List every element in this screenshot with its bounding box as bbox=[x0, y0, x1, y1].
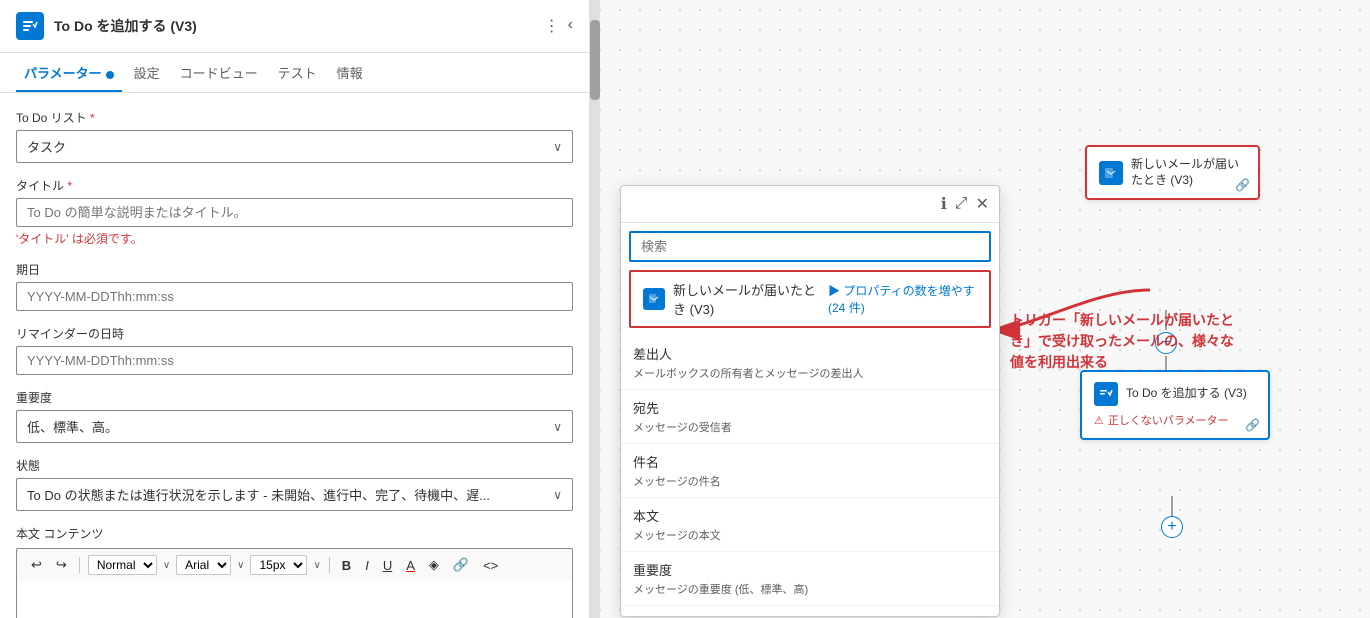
action-node-title: To Do を追加する (V3) bbox=[1126, 386, 1247, 402]
editor-toolbar: ↩ ↪ Normal ∨ Arial ∨ 15px ∨ B I U bbox=[16, 548, 573, 581]
highlight-button[interactable]: ◈ bbox=[425, 555, 443, 575]
outlook-icon bbox=[1099, 161, 1123, 185]
popup-list-item[interactable]: 宛先 メッセージの受信者 bbox=[621, 390, 999, 444]
chevron-down-icon: ∨ bbox=[313, 560, 320, 571]
title-label: タイトル * bbox=[16, 177, 573, 194]
tab-params[interactable]: パラメーター bbox=[16, 53, 122, 92]
popup-expand-label[interactable]: ▶ プロパティの数を増やす (24 件) bbox=[828, 282, 977, 316]
panel-header: To Do を追加する (V3) ⋮ ‹ bbox=[0, 0, 589, 53]
italic-button[interactable]: I bbox=[361, 556, 373, 575]
more-icon[interactable]: ⋮ bbox=[544, 16, 560, 36]
todo-list-select[interactable]: タスク ∨ bbox=[16, 130, 573, 163]
due-date-input[interactable] bbox=[16, 282, 573, 311]
popup-header: ℹ ⤢ ✕ bbox=[621, 186, 999, 223]
popup-search-area bbox=[621, 223, 999, 270]
warning-icon: ⚠ bbox=[1094, 414, 1104, 427]
chevron-down-icon: ∨ bbox=[163, 560, 170, 571]
popup-trigger-item[interactable]: 新しいメールが届いたとき (V3) ▶ プロパティの数を増やす (24 件) bbox=[629, 270, 991, 328]
title-field: タイトル * 'タイトル' は必須です。 bbox=[16, 177, 573, 247]
popup-search-input[interactable] bbox=[629, 231, 991, 262]
todo-icon bbox=[1094, 382, 1118, 406]
reminder-input[interactable] bbox=[16, 346, 573, 375]
title-error: 'タイトル' は必須です。 bbox=[16, 230, 573, 247]
left-panel: To Do を追加する (V3) ⋮ ‹ パラメーター 設定 コードビュー テス… bbox=[0, 0, 590, 618]
toolbar-separator bbox=[79, 557, 80, 573]
title-input[interactable] bbox=[16, 198, 573, 227]
todo-list-field: To Do リスト * タスク ∨ bbox=[16, 109, 573, 163]
popup-list: 差出人 メールボックスの所有者とメッセージの差出人宛先 メッセージの受信者件名 … bbox=[621, 336, 999, 616]
link-button[interactable]: 🔗 bbox=[449, 555, 473, 575]
trigger-node-title: 新しいメールが届いたとき (V3) bbox=[1131, 157, 1246, 188]
status-field: 状態 To Do の状態または進行状況を示します - 未開始、進行中、完了、待機… bbox=[16, 457, 573, 511]
outlook-small-icon bbox=[643, 288, 665, 310]
undo-button[interactable]: ↩ bbox=[27, 555, 46, 575]
code-button[interactable]: <> bbox=[479, 556, 502, 575]
action-node-header: To Do を追加する (V3) bbox=[1094, 382, 1256, 406]
panel-body: To Do リスト * タスク ∨ タイトル * 'タイトル' は必須です。 期… bbox=[0, 93, 589, 618]
canvas: 新しいメールが届いたとき (V3) 🔗 + To Do を追加する (V3) ⚠… bbox=[590, 0, 1370, 618]
font-color-button[interactable]: A bbox=[402, 556, 419, 575]
importance-field: 重要度 低、標準、高。 ∨ bbox=[16, 389, 573, 443]
dynamic-content-popup: ℹ ⤢ ✕ 新しいメールが届いたとき (V3) ▶ プロパティの数を増やす (2… bbox=[620, 185, 1000, 617]
collapse-icon[interactable]: ‹ bbox=[568, 16, 573, 36]
add-step-button-2[interactable]: + bbox=[1161, 516, 1183, 538]
chevron-down-icon: ∨ bbox=[553, 420, 562, 434]
scrollbar-thumb bbox=[590, 20, 600, 100]
chevron-down-icon: ∨ bbox=[553, 488, 562, 502]
tabs: パラメーター 設定 コードビュー テスト 情報 bbox=[0, 53, 589, 93]
due-date-field: 期日 bbox=[16, 261, 573, 311]
font-family-select[interactable]: Arial bbox=[176, 555, 231, 575]
link-icon: 🔗 bbox=[1235, 178, 1250, 192]
trigger-node[interactable]: 新しいメールが届いたとき (V3) 🔗 bbox=[1085, 145, 1260, 200]
popup-list-item[interactable]: 重要度 メッセージの重要度 (低、標準、高) bbox=[621, 552, 999, 606]
chevron-down-icon: ∨ bbox=[553, 140, 562, 154]
font-style-select[interactable]: Normal bbox=[88, 555, 157, 575]
add-step-area: + bbox=[1161, 496, 1183, 538]
reminder-label: リマインダーの日時 bbox=[16, 325, 573, 342]
canvas-scrollbar[interactable] bbox=[590, 0, 600, 618]
trigger-node-header: 新しいメールが届いたとき (V3) bbox=[1099, 157, 1246, 188]
bold-button[interactable]: B bbox=[338, 556, 355, 575]
tab-code[interactable]: コードビュー bbox=[172, 53, 266, 92]
popup-list-item[interactable]: 件名 メッセージの件名 bbox=[621, 444, 999, 498]
todo-list-label: To Do リスト * bbox=[16, 109, 573, 126]
panel-icon bbox=[16, 12, 44, 40]
expand-icon[interactable]: ⤢ bbox=[955, 195, 968, 213]
redo-button[interactable]: ↪ bbox=[52, 555, 71, 575]
status-label: 状態 bbox=[16, 457, 573, 474]
annotation-text: トリガー「新しいメールが届いたとき」で受け取ったメールの、様々な値を利用出来る bbox=[1010, 310, 1240, 373]
reminder-field: リマインダーの日時 bbox=[16, 325, 573, 375]
popup-list-item[interactable]: 本文 メッセージの本文 bbox=[621, 498, 999, 552]
body-content-label: 本文 コンテンツ bbox=[16, 525, 573, 542]
toolbar-separator-2 bbox=[329, 557, 330, 573]
tab-dot bbox=[106, 71, 114, 79]
info-icon[interactable]: ℹ bbox=[941, 194, 947, 214]
connector-line-3 bbox=[1171, 496, 1173, 516]
tab-test[interactable]: テスト bbox=[270, 53, 325, 92]
close-icon[interactable]: ✕ bbox=[976, 194, 989, 214]
action-warning: ⚠ 正しくないパラメーター bbox=[1094, 412, 1256, 428]
underline-button[interactable]: U bbox=[379, 556, 396, 575]
link-icon-2: 🔗 bbox=[1245, 418, 1260, 432]
tab-info[interactable]: 情報 bbox=[329, 53, 371, 92]
body-content-field: 本文 コンテンツ ↩ ↪ Normal ∨ Arial ∨ 15px ∨ B bbox=[16, 525, 573, 618]
font-size-select[interactable]: 15px bbox=[250, 555, 307, 575]
panel-title: To Do を追加する (V3) bbox=[54, 16, 534, 36]
importance-label: 重要度 bbox=[16, 389, 573, 406]
status-select[interactable]: To Do の状態または進行状況を示します - 未開始、進行中、完了、待機中、遅… bbox=[16, 478, 573, 511]
popup-list-item[interactable]: 差出人 メールボックスの所有者とメッセージの差出人 bbox=[621, 336, 999, 390]
body-editor[interactable] bbox=[16, 581, 573, 618]
chevron-down-icon: ∨ bbox=[237, 560, 244, 571]
due-date-label: 期日 bbox=[16, 261, 573, 278]
popup-list-item[interactable]: 添付ファイルあり メッセージに添付ファイルがあるかどうかを示します bbox=[621, 606, 999, 616]
panel-header-icons: ⋮ ‹ bbox=[544, 16, 573, 36]
importance-select[interactable]: 低、標準、高。 ∨ bbox=[16, 410, 573, 443]
action-node[interactable]: To Do を追加する (V3) ⚠ 正しくないパラメーター 🔗 bbox=[1080, 370, 1270, 440]
popup-trigger-label: 新しいメールが届いたとき (V3) bbox=[673, 280, 820, 318]
tab-settings[interactable]: 設定 bbox=[126, 53, 168, 92]
